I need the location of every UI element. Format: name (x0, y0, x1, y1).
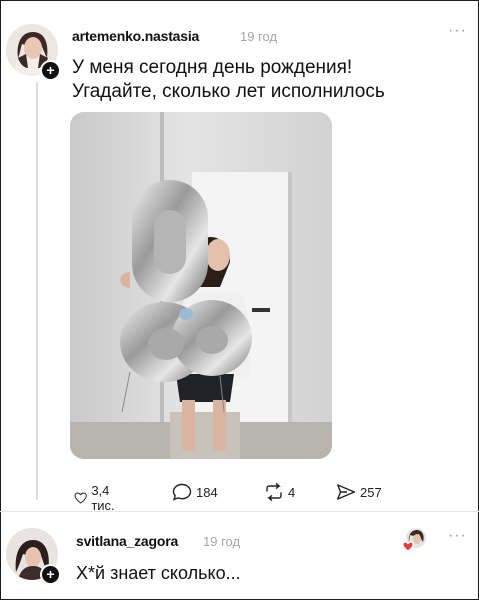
reply-text: Х*й знает сколько... (76, 563, 241, 583)
post-time: 19 год (240, 29, 278, 44)
post-text-line2: Угадайте, сколько лет исполнилось (72, 81, 385, 102)
send-icon (337, 484, 356, 500)
comment-icon (172, 483, 192, 501)
post-text-line1: У меня сегодня день рождения! (72, 57, 353, 78)
share-count: 257 (360, 484, 382, 500)
comment-button[interactable]: 184 (172, 483, 218, 501)
follow-plus-icon[interactable]: + (40, 60, 61, 81)
follow-plus-icon[interactable]: + (40, 564, 61, 585)
heart-icon (402, 541, 414, 552)
comment-count: 184 (196, 484, 218, 500)
repost-count: 4 (288, 484, 296, 500)
repost-icon (266, 483, 282, 501)
post-photo[interactable] (70, 112, 332, 459)
like-button[interactable]: 3,4 тис. (74, 483, 121, 513)
liked-by-author-indicator (402, 527, 428, 553)
post-username[interactable]: artemenko.nastasia (72, 28, 199, 44)
thread-line (36, 82, 38, 500)
post-more-icon[interactable]: ··· (448, 22, 467, 40)
reply-username[interactable]: svitlana_zagora (76, 533, 178, 549)
share-button[interactable]: 257 (336, 483, 382, 501)
photo-image (70, 112, 332, 459)
reply-more-icon[interactable]: ··· (448, 527, 467, 545)
heart-icon (74, 492, 87, 504)
repost-button[interactable]: 4 (264, 483, 295, 501)
like-count: 3,4 тис. (91, 483, 115, 513)
reply-time: 19 год (203, 534, 241, 549)
post-divider (0, 511, 479, 512)
